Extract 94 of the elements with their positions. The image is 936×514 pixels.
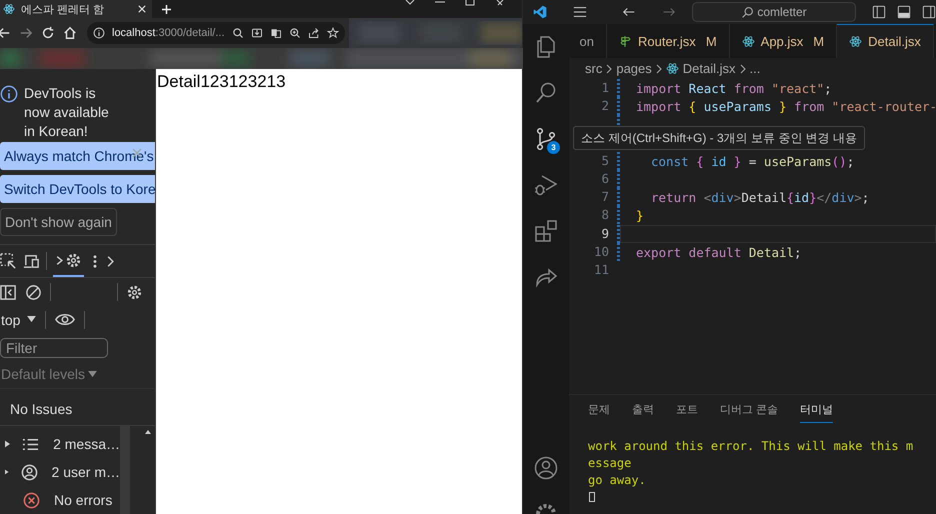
- info-icon: [0, 85, 18, 103]
- line-number: 9: [600, 224, 609, 242]
- layout-icon[interactable]: [897, 5, 911, 19]
- star-icon[interactable]: [327, 27, 339, 39]
- editor-tab[interactable]: Detail.jsx: [837, 24, 934, 58]
- maximize-icon[interactable]: [465, 0, 475, 6]
- plus-icon[interactable]: [162, 4, 171, 14]
- extensions-icon[interactable]: [534, 219, 558, 243]
- react-icon: [3, 3, 15, 15]
- menu-icon[interactable]: [573, 5, 588, 19]
- clear-icon[interactable]: [25, 284, 42, 300]
- code-line: }: [636, 208, 644, 224]
- editor-tab[interactable]: Router.jsx M: [607, 24, 730, 58]
- breadcrumb-item[interactable]: ...: [750, 61, 760, 76]
- signpost-icon: [619, 34, 632, 48]
- message-group[interactable]: 2 messa…: [0, 430, 120, 458]
- message-group[interactable]: No errors: [0, 486, 120, 514]
- search-icon[interactable]: [232, 27, 244, 39]
- code-line: import { useParams } from "react-router-: [636, 99, 936, 114]
- close-icon[interactable]: [495, 0, 505, 6]
- line-number: 2: [600, 97, 609, 116]
- info-message: DevTools is now available in Korean!: [24, 84, 110, 141]
- editor-tab[interactable]: on: [569, 24, 607, 58]
- code-line: return <div>Detail{id}</div>;: [651, 190, 870, 206]
- chevron-icon: [740, 64, 746, 74]
- context-dropdown[interactable]: top: [1, 312, 36, 328]
- terminal-line: go away.: [588, 472, 646, 489]
- panel-tab[interactable]: 디버그 콘솔: [720, 402, 778, 423]
- sidebar-icon[interactable]: [0, 284, 17, 300]
- react-icon: [742, 34, 755, 48]
- line-number: 7: [600, 188, 609, 206]
- layout-icon[interactable]: [922, 5, 936, 19]
- expand-icon: [5, 468, 9, 476]
- panel-tab[interactable]: 출력: [632, 402, 654, 423]
- infobar-button[interactable]: Always match Chrome's: [0, 142, 155, 170]
- terminal-line: work around this error. This will make this m: [588, 438, 914, 455]
- account-icon[interactable]: [534, 456, 558, 480]
- expand-icon: [5, 440, 10, 448]
- breadcrumb-item[interactable]: pages: [616, 61, 652, 76]
- source-control-icon[interactable]: [534, 127, 558, 151]
- chevron-icon: [656, 64, 662, 74]
- vscode-logo-icon: [533, 4, 548, 20]
- code-line: import React from "react";: [636, 81, 832, 96]
- code-line: const { id } = useParams();: [651, 154, 854, 169]
- react-icon: [849, 35, 862, 48]
- inspect-icon[interactable]: [0, 252, 17, 270]
- issues-text: No Issues: [0, 388, 155, 426]
- breadcrumb-item[interactable]: src: [585, 61, 602, 76]
- line-number: 8: [600, 206, 609, 224]
- page-text: Detail123123213: [156, 71, 286, 92]
- search-icon: [741, 6, 754, 18]
- tooltip: 소스 제어(Ctrl+Shift+G) - 3개의 보류 중인 변경 내용: [573, 126, 866, 150]
- line-number: 11: [592, 260, 609, 279]
- install-icon[interactable]: [251, 27, 263, 39]
- line-number: 6: [600, 170, 609, 188]
- back-icon[interactable]: [0, 26, 11, 40]
- panel-tab[interactable]: 문제: [588, 402, 610, 423]
- error-icon: [23, 492, 40, 508]
- chevron-icon: [606, 64, 612, 74]
- line-number: 5: [600, 152, 609, 170]
- share-icon[interactable]: [308, 27, 320, 39]
- infobar-button[interactable]: Switch DevTools to Kore: [0, 175, 155, 204]
- scroll-up-icon[interactable]: [145, 430, 152, 434]
- terminal-line: essage: [588, 455, 632, 472]
- panel-tab[interactable]: 포트: [676, 402, 698, 423]
- terminal-cursor: [589, 492, 595, 502]
- line-number: 1: [600, 79, 609, 97]
- run-debug-icon[interactable]: [534, 173, 558, 197]
- translate-icon[interactable]: [270, 27, 282, 39]
- layout-icon[interactable]: [872, 5, 886, 19]
- command-center[interactable]: comletter: [692, 2, 856, 22]
- search-icon[interactable]: [534, 81, 558, 105]
- filter-field[interactable]: Filter: [0, 338, 108, 358]
- device-icon[interactable]: [23, 252, 40, 270]
- panel-tab[interactable]: 터미널: [800, 402, 834, 423]
- eye-icon[interactable]: [55, 313, 76, 326]
- address-bar[interactable]: localhost:3000/detail/...: [87, 22, 345, 44]
- count-badge: 3: [547, 141, 560, 154]
- url-text: localhost:3000/detail/...: [112, 27, 225, 39]
- infobar-button[interactable]: Don't show again: [0, 208, 117, 236]
- home-icon[interactable]: [63, 26, 77, 40]
- line-number: 10: [592, 242, 609, 261]
- code-line: export default Detail;: [636, 244, 802, 260]
- caret-icon: [88, 370, 98, 378]
- user-icon: [20, 464, 38, 480]
- info-icon: [93, 27, 105, 39]
- caret-icon: [27, 316, 36, 324]
- forward-icon[interactable]: [19, 26, 33, 40]
- chevron-icon[interactable]: [405, 0, 415, 6]
- react-icon: [666, 62, 679, 75]
- message-group[interactable]: 2 user m…: [0, 458, 120, 486]
- breadcrumb-item[interactable]: Detail.jsx: [682, 61, 736, 76]
- reload-icon[interactable]: [41, 26, 55, 40]
- zoom-icon[interactable]: [289, 27, 301, 39]
